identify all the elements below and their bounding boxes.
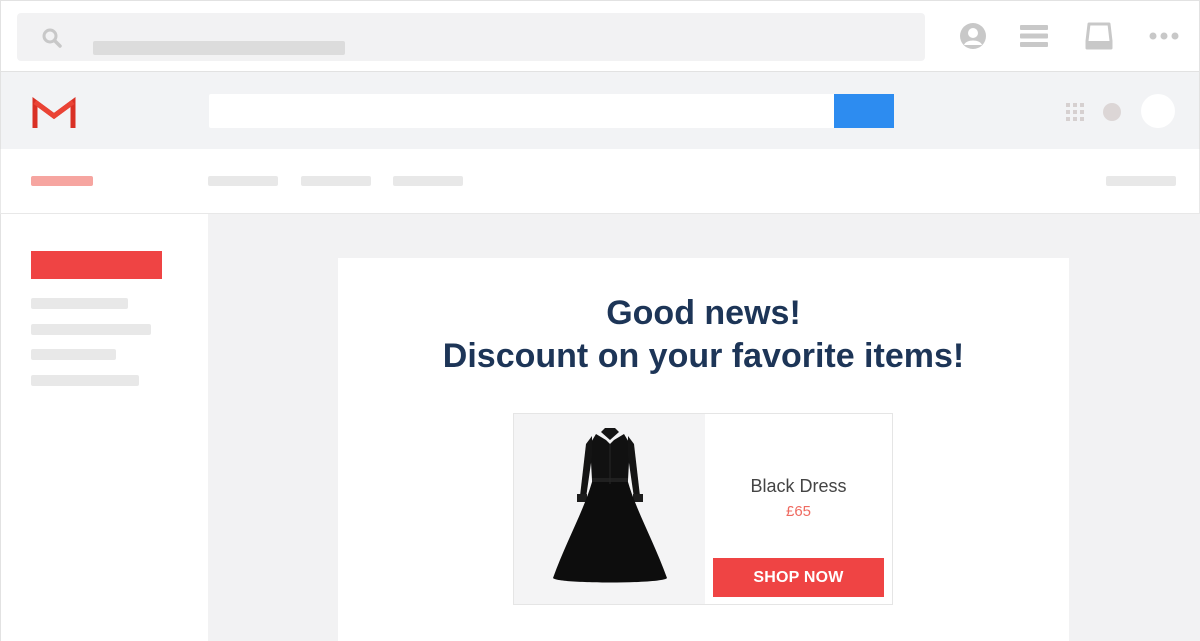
menu-icon[interactable] (1019, 19, 1049, 53)
avatar[interactable] (1141, 94, 1175, 128)
tab-placeholder[interactable] (301, 176, 371, 186)
more-icon[interactable] (1149, 19, 1179, 53)
sidebar-item[interactable] (31, 375, 139, 386)
apps-grid-icon[interactable] (1066, 103, 1084, 121)
browser-toolbar (0, 0, 1200, 72)
headline-line-2: Discount on your favorite items! (442, 337, 965, 375)
pagination-placeholder[interactable] (1106, 176, 1176, 186)
tab-placeholder[interactable] (208, 176, 278, 186)
product-name: Black Dress (750, 476, 847, 496)
url-placeholder (93, 41, 345, 55)
product-image[interactable] (514, 414, 705, 604)
sidebar-item[interactable] (31, 349, 116, 360)
email-headline: Good news! Discount on your favorite ite… (338, 292, 1069, 378)
search-icon (42, 28, 62, 48)
active-tab-placeholder[interactable] (31, 176, 93, 186)
mail-search-input[interactable] (209, 94, 835, 128)
tab-placeholder[interactable] (393, 176, 463, 186)
gmail-logo-icon[interactable] (31, 96, 77, 130)
product-price: £65 (785, 503, 812, 520)
sidebar-item[interactable] (31, 298, 128, 309)
notification-icon[interactable] (1103, 103, 1121, 121)
headline-line-1: Good news! (606, 294, 801, 332)
inbox-icon[interactable] (1084, 19, 1114, 53)
gmail-header (0, 72, 1200, 149)
black-dress-icon (553, 428, 667, 583)
compose-button[interactable] (31, 251, 162, 279)
mail-search-button[interactable] (834, 94, 894, 128)
user-icon[interactable] (958, 19, 988, 53)
shop-now-button[interactable]: SHOP NOW (713, 558, 884, 597)
address-bar[interactable] (17, 13, 925, 61)
mail-toolbar (0, 149, 1200, 214)
sidebar-item[interactable] (31, 324, 151, 335)
